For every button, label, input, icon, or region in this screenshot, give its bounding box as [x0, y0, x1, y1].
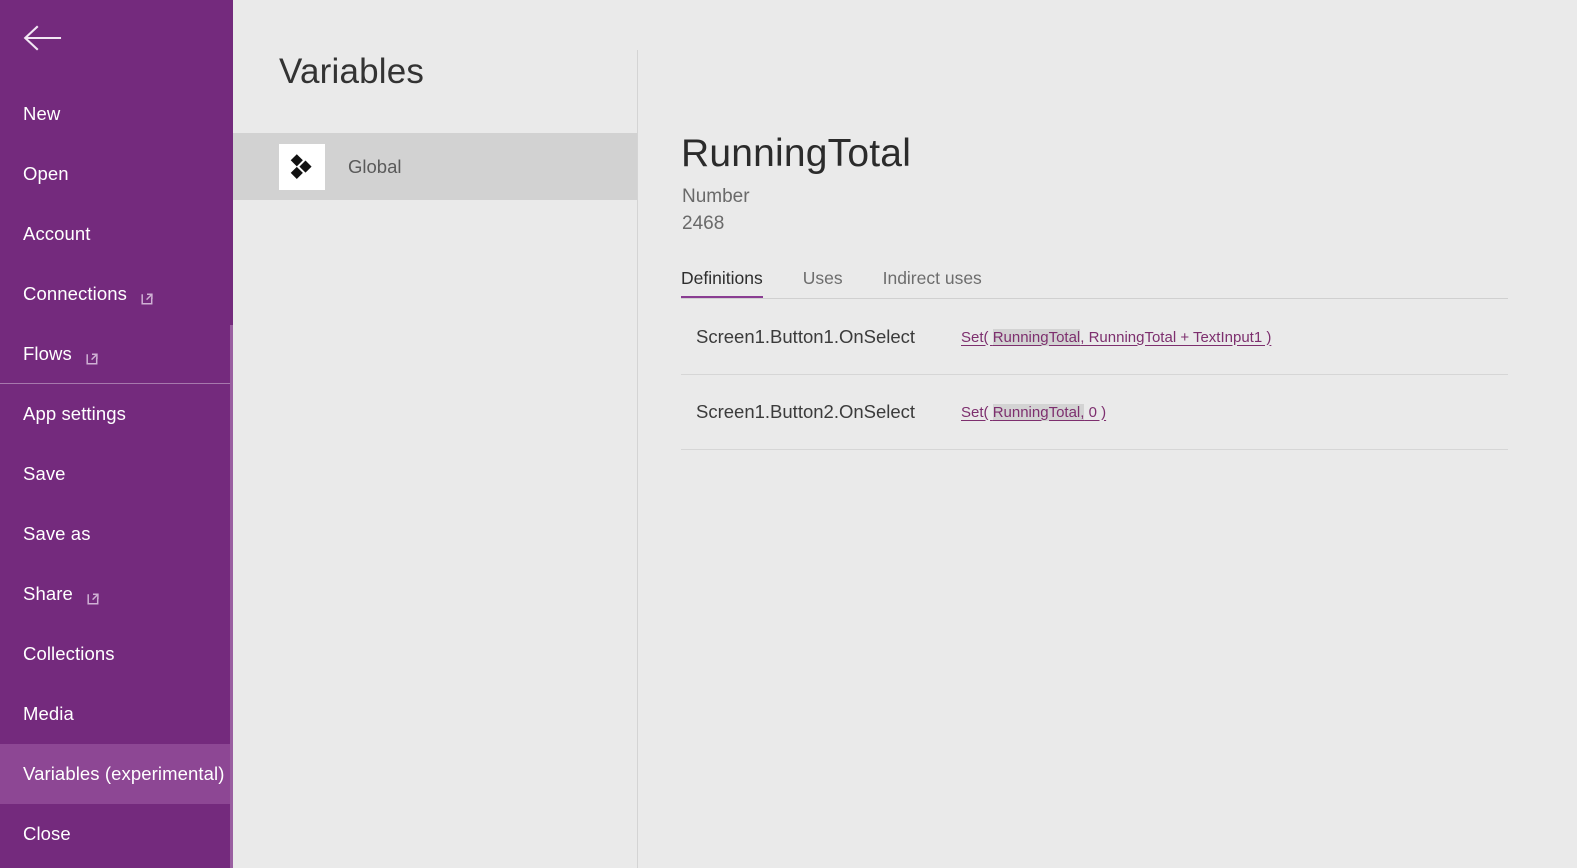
sidebar-item-label: Flows: [23, 343, 72, 364]
sidebar-item-share[interactable]: Share: [0, 564, 233, 624]
tab-uses[interactable]: Uses: [803, 268, 843, 298]
sidebar-item-label: Open: [23, 163, 69, 184]
sidebar-item-collections[interactable]: Collections: [0, 624, 233, 684]
sidebar-item-media[interactable]: Media: [0, 684, 233, 744]
definition-property: Screen1.Button2.OnSelect: [696, 401, 916, 422]
sidebar-item-label: App settings: [23, 403, 127, 424]
definition-formula-link[interactable]: Set( RunningTotal, RunningTotal + TextIn…: [961, 328, 1272, 346]
diamonds-icon: [279, 143, 325, 190]
formula-highlighted-token: RunningTotal,: [992, 403, 1085, 421]
definition-formula-link[interactable]: Set( RunningTotal, 0 ): [961, 403, 1107, 421]
formula-suffix: 0 ): [1084, 403, 1107, 421]
sidebar-item-save-as[interactable]: Save as: [0, 504, 233, 564]
sidebar-item-connections[interactable]: Connections: [0, 264, 233, 324]
open-external-icon: [86, 348, 101, 365]
variable-scope-item-global[interactable]: Global: [233, 133, 638, 200]
definitions-table: Screen1.Button1.OnSelect Set( RunningTota…: [681, 300, 1508, 450]
sidebar-item-label: Account: [23, 223, 91, 244]
formula-suffix: , RunningTotal + TextInput1 ): [1080, 328, 1272, 346]
sidebar-item-label: Close: [23, 823, 71, 844]
sidebar-nav-list: New Open Account Connections Flows App settin…: [0, 84, 233, 864]
sidebar-item-label: Share: [23, 583, 73, 604]
sidebar-item-label: Variables (experimental): [23, 763, 225, 784]
formula-prefix: Set(: [961, 328, 993, 346]
main-sidebar: New Open Account Connections Flows App settin…: [0, 0, 233, 868]
sidebar-item-new[interactable]: New: [0, 84, 233, 144]
variables-pane: Variables Global: [233, 0, 638, 868]
tab-definitions[interactable]: Definitions: [681, 268, 763, 298]
formula-highlighted-token: RunningTotal: [992, 328, 1081, 346]
back-arrow-icon: [22, 25, 62, 51]
app-window: New Open Account Connections Flows App settin…: [0, 0, 1577, 868]
sidebar-item-label: Media: [23, 703, 74, 724]
sidebar-item-label: Collections: [23, 643, 115, 664]
back-button[interactable]: [0, 0, 233, 76]
tab-indirect-uses[interactable]: Indirect uses: [883, 268, 982, 298]
sidebar-item-label: Connections: [23, 283, 127, 304]
variable-scope-label: Global: [348, 155, 402, 177]
variable-detail-pane: RunningTotal Number 2468 Definitions Uses…: [638, 0, 1577, 868]
variable-value-label: 2468: [682, 213, 725, 234]
table-row: Screen1.Button2.OnSelect Set( RunningTota…: [681, 375, 1508, 450]
sidebar-item-variables-experimental[interactable]: Variables (experimental): [0, 744, 233, 804]
sidebar-item-app-settings[interactable]: App settings: [0, 383, 233, 444]
table-row: Screen1.Button1.OnSelect Set( RunningTota…: [681, 300, 1508, 375]
sidebar-item-flows[interactable]: Flows: [0, 324, 233, 384]
formula-prefix: Set(: [961, 403, 993, 421]
variables-pane-title: Variables: [279, 52, 425, 91]
definition-property: Screen1.Button1.OnSelect: [696, 326, 916, 347]
variable-type-label: Number: [682, 186, 750, 207]
variable-scope-list: Global: [233, 133, 638, 200]
sidebar-item-label: Save as: [23, 523, 91, 544]
sidebar-item-open[interactable]: Open: [0, 144, 233, 204]
variable-name-heading: RunningTotal: [681, 132, 912, 175]
sidebar-item-label: New: [23, 103, 61, 124]
detail-tabs: Definitions Uses Indirect uses: [681, 268, 1508, 299]
open-external-icon: [141, 288, 156, 305]
open-external-icon: [87, 588, 102, 605]
sidebar-item-save[interactable]: Save: [0, 444, 233, 504]
sidebar-item-label: Save: [23, 463, 66, 484]
sidebar-item-account[interactable]: Account: [0, 204, 233, 264]
sidebar-item-close[interactable]: Close: [0, 804, 233, 864]
